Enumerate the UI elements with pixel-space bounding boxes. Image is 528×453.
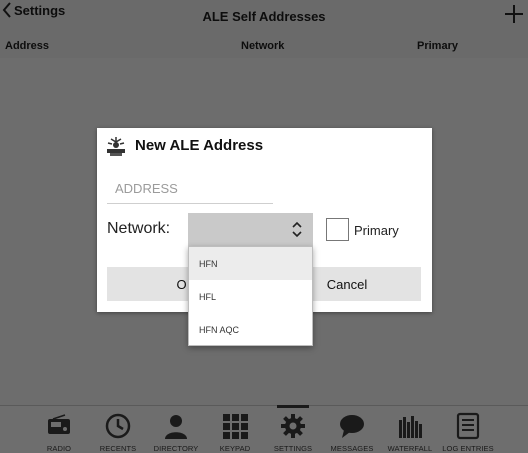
address-input[interactable] — [107, 173, 273, 204]
nav-label-settings: SETTINGS — [273, 444, 313, 453]
nav-directory[interactable]: DIRECTORY — [152, 405, 200, 453]
cancel-button-label: Cancel — [326, 276, 368, 292]
nav-messages[interactable]: MESSAGES — [330, 405, 374, 453]
top-bar: Settings ALE Self Addresses Address Netw… — [0, 0, 528, 58]
column-header-network: Network — [241, 40, 285, 52]
waterfall-icon — [399, 416, 422, 438]
option-label: HFN AQC — [199, 324, 240, 335]
option-label: HFN — [199, 258, 218, 269]
nav-label-keypad: KEYPAD — [219, 444, 251, 453]
network-dropdown: HFN HFL HFN AQC — [188, 246, 313, 346]
nav-waterfall[interactable]: WATERFALL — [386, 405, 434, 453]
nav-label-directory: DIRECTORY — [153, 444, 199, 453]
nav-recents[interactable]: RECENTS — [96, 405, 140, 453]
bottom-nav: RADIO RECENTS DIRECTORY KEYPAD SETTINGS … — [0, 405, 528, 453]
nav-log-entries[interactable]: LOG ENTRIES — [440, 405, 496, 453]
keypad-icon — [223, 414, 248, 439]
primary-label: Primary — [354, 223, 399, 238]
ale-address-icon — [107, 136, 125, 156]
column-header-primary: Primary — [417, 40, 458, 52]
nav-label-log-entries: LOG ENTRIES — [442, 444, 494, 453]
add-icon[interactable] — [504, 4, 524, 24]
network-select[interactable] — [188, 213, 313, 246]
network-option-hfn-aqc[interactable]: HFN AQC — [189, 313, 312, 346]
network-option-hfn[interactable]: HFN — [189, 247, 312, 280]
network-label: Network: — [107, 220, 171, 237]
person-icon — [165, 415, 187, 439]
option-label: HFL — [199, 291, 217, 302]
clock-icon — [105, 413, 131, 439]
network-option-hfl[interactable]: HFL — [189, 280, 312, 313]
nav-radio[interactable]: RADIO — [41, 405, 77, 453]
dialog-title: New ALE Address — [135, 137, 264, 154]
page-title: ALE Self Addresses — [202, 9, 326, 24]
nav-label-recents: RECENTS — [99, 444, 137, 453]
radio-icon — [48, 414, 70, 434]
gear-icon — [281, 414, 305, 438]
chevron-up-down-icon — [292, 221, 302, 238]
dialog-header: New ALE Address — [97, 128, 432, 163]
column-header-address: Address — [5, 40, 50, 52]
primary-checkbox[interactable] — [326, 218, 349, 241]
nav-label-radio: RADIO — [46, 444, 72, 453]
nav-label-waterfall: WATERFALL — [387, 444, 433, 453]
ok-button-label: O — [176, 276, 187, 292]
nav-label-messages: MESSAGES — [330, 444, 374, 453]
list-icon — [456, 412, 480, 440]
nav-settings[interactable]: SETTINGS — [272, 405, 314, 453]
active-indicator — [277, 405, 309, 408]
nav-keypad[interactable]: KEYPAD — [214, 405, 256, 453]
chat-icon — [340, 415, 364, 438]
